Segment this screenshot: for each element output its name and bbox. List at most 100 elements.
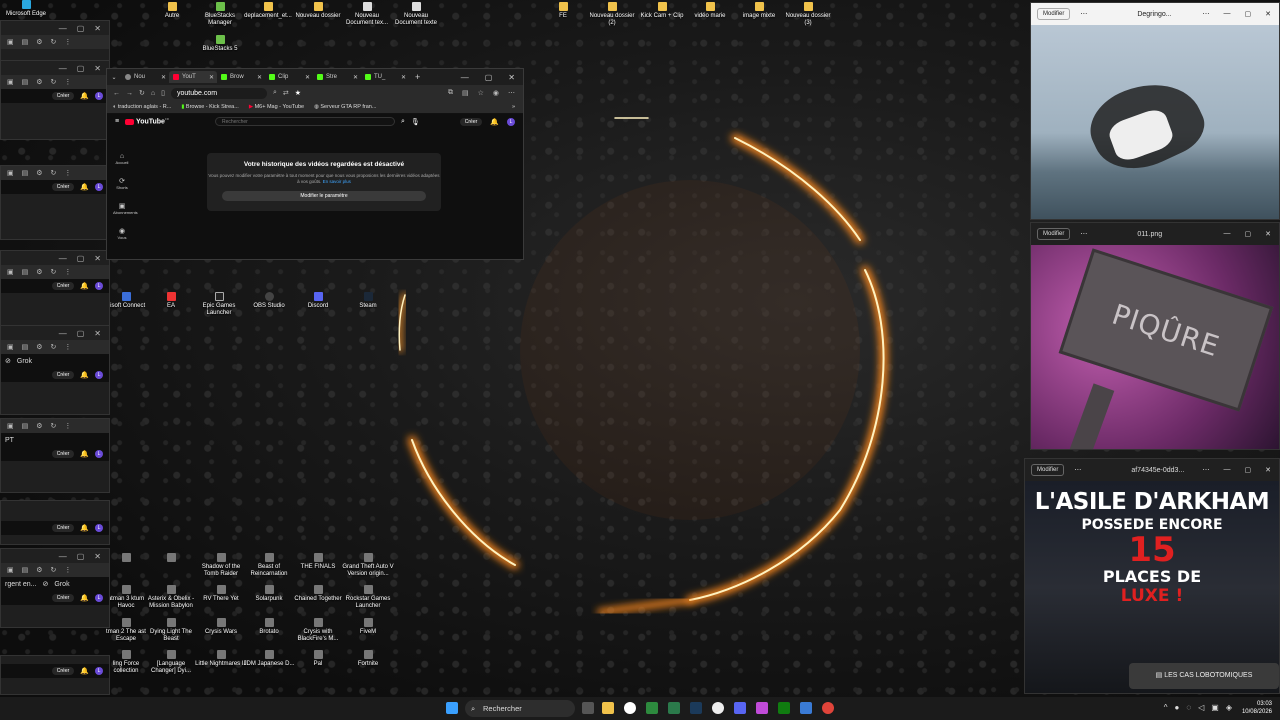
tab-grok[interactable]: rgent en... ⊘ Grok xyxy=(1,577,109,591)
more-bookmarks-icon[interactable]: » xyxy=(512,104,523,110)
desktop-game-icon[interactable]: FiveM xyxy=(342,618,394,636)
tab-youtube[interactable]: YouT ✕ xyxy=(169,71,217,83)
image-window-1[interactable]: Modifier ⋯ Degringo... ⋯ — ▢ ✕ xyxy=(1030,2,1280,220)
file-explorer-icon[interactable] xyxy=(602,702,614,714)
sidebar-item-shorts[interactable]: ⟳ Shorts xyxy=(113,177,131,190)
desktop-game-icon[interactable]: Brotato xyxy=(243,618,295,636)
mic-icon[interactable]: 🎙 xyxy=(411,118,420,126)
desktop-game-icon[interactable]: Little Nightmares III xyxy=(195,650,247,668)
create-button[interactable]: Créer xyxy=(51,524,75,532)
bell-icon[interactable]: 🔔 xyxy=(80,282,89,290)
bookmark-2[interactable]: ▮ Browse - Kick Strea... xyxy=(181,104,238,110)
tab-menu-icon[interactable]: ⌄ xyxy=(107,74,121,81)
window-controls[interactable]: ⋯ — ▢ ✕ xyxy=(1203,10,1280,18)
toolbar[interactable]: ▣ ▤ ⚙ ↻ ⋮ xyxy=(1,419,109,433)
desktop-icon-kick-cam[interactable]: Kick Cam + Clip xyxy=(636,2,688,20)
desktop-game-icon[interactable]: Fortnite xyxy=(342,650,394,668)
desktop-icon-fe[interactable]: FE xyxy=(537,2,589,20)
create-button[interactable]: Créer xyxy=(51,92,75,100)
window-controls[interactable]: — ▢ ✕ xyxy=(1,326,109,340)
modify-setting-button[interactable]: Modifier le paramètre xyxy=(222,191,426,201)
window-controls[interactable]: — ▢ ✕ xyxy=(1,21,109,35)
steam-icon[interactable] xyxy=(690,702,702,714)
tab-clip[interactable]: Clip ✕ xyxy=(265,71,313,83)
edge-icon[interactable] xyxy=(800,702,812,714)
modify-button[interactable]: Modifier xyxy=(1031,464,1065,476)
window-controls[interactable]: — ▢ ✕ xyxy=(1,251,109,265)
browser-icon[interactable] xyxy=(822,702,834,714)
desktop-icon-deplacement[interactable]: deplacement_et... xyxy=(242,2,294,20)
desktop-game-icon[interactable]: Pal xyxy=(292,650,344,668)
avatar[interactable]: L xyxy=(95,524,103,532)
new-tab-button[interactable]: + xyxy=(415,72,420,82)
left-window-6[interactable]: ▣ ▤ ⚙ ↻ ⋮ PT Créer 🔔 L xyxy=(0,418,110,493)
close-icon[interactable]: ✕ xyxy=(257,74,265,81)
xbox-icon[interactable] xyxy=(778,702,790,714)
desktop-game-icon[interactable]: Dying Light The Beast xyxy=(145,618,197,643)
tab-browse[interactable]: Brow ✕ xyxy=(217,71,265,83)
desktop-icon-edge[interactable]: Microsoft Edge xyxy=(0,0,52,18)
hamburger-icon[interactable]: ≡ xyxy=(115,118,119,125)
desktop-game-icon[interactable]: Rockstar Games Launcher xyxy=(342,585,394,610)
toolbar[interactable]: ▣ ▤ ⚙ ↻ ⋮ xyxy=(1,340,109,354)
bell-icon[interactable]: 🔔 xyxy=(80,450,89,458)
more-icon[interactable]: ⋯ xyxy=(1074,466,1081,474)
image-window-2[interactable]: Modifier ⋯ 011.png — ▢ ✕ PIQÛRE xyxy=(1030,222,1280,450)
desktop-game-icon[interactable]: Asterix & Obelix - Mission Babylon xyxy=(145,585,197,610)
extensions-icon[interactable]: ⧉ xyxy=(448,89,453,97)
window-controls[interactable]: — ▢ ✕ xyxy=(461,73,523,82)
network-icon[interactable]: ◌ xyxy=(1186,703,1191,712)
bell-icon[interactable]: 🔔 xyxy=(80,183,89,191)
toolbar[interactable]: ▣ ▤ ⚙ ↻ ⋮ xyxy=(1,563,109,577)
desktop-icon-obs[interactable]: OBS Studio xyxy=(243,292,295,310)
modify-button[interactable]: Modifier xyxy=(1037,8,1071,20)
nvidia-icon[interactable] xyxy=(646,702,658,714)
create-button[interactable]: Créer xyxy=(51,667,75,675)
desktop-game-icon[interactable]: Crysis Wars xyxy=(195,618,247,636)
desktop-game-icon[interactable]: Chained Together xyxy=(292,585,344,603)
taskbar-search[interactable]: ⌕ Rechercher xyxy=(465,700,575,717)
close-icon[interactable]: ✕ xyxy=(209,74,217,81)
tab-grok[interactable]: ⊘ Grok xyxy=(1,354,109,368)
more-icon[interactable]: ⋯ xyxy=(1080,230,1087,238)
desktop-icon-steam[interactable]: Steam xyxy=(342,292,394,310)
bookmark-1[interactable]: ◐ traduction aglais - R... xyxy=(113,104,171,110)
search-input[interactable]: Rechercher xyxy=(214,117,395,126)
avatar[interactable]: L xyxy=(507,117,515,126)
sidebar-item-vous[interactable]: ◉ Vous xyxy=(113,227,131,240)
toolbar[interactable]: ▣ ▤ ⚙ ↻ ⋮ xyxy=(1,166,109,180)
volume-icon[interactable]: ◁ xyxy=(1198,703,1204,712)
window-controls[interactable]: — ▢ ✕ xyxy=(1224,230,1280,238)
bell-icon[interactable]: 🔔 xyxy=(80,524,89,532)
obs-icon[interactable] xyxy=(712,702,724,714)
create-button[interactable]: Créer xyxy=(51,183,75,191)
start-icon[interactable] xyxy=(446,702,458,714)
avatar[interactable]: L xyxy=(95,371,103,379)
mic-icon[interactable]: ● xyxy=(1175,703,1180,712)
app-icon[interactable] xyxy=(756,702,768,714)
desktop-game-icon[interactable]: Shadow of the Tomb Raider xyxy=(195,553,247,578)
tab-tu[interactable]: TU_ ✕ xyxy=(361,71,409,83)
window-controls[interactable]: — ▢ ✕ xyxy=(1,61,109,75)
desktop-game-icon[interactable]: Solarpunk xyxy=(243,585,295,603)
create-button[interactable]: Créer xyxy=(51,594,75,602)
translate-icon[interactable]: ⇄ xyxy=(283,89,289,97)
task-view-icon[interactable] xyxy=(582,702,594,714)
desktop-game-icon[interactable]: JDM Japanese D... xyxy=(243,650,295,668)
desktop-icon-nouveau-dossier-3[interactable]: Nouveau dossier (3) xyxy=(782,2,834,27)
back-icon[interactable]: ← xyxy=(113,90,120,97)
bell-icon[interactable]: 🔔 xyxy=(490,118,499,126)
left-window-3[interactable]: ▣ ▤ ⚙ ↻ ⋮ Créer 🔔 L xyxy=(0,165,110,240)
avatar[interactable]: L xyxy=(95,183,103,191)
more-icon[interactable]: ⋯ xyxy=(1080,10,1087,18)
home-icon[interactable]: ⌂ xyxy=(151,90,155,97)
desktop-icon-image-mixte[interactable]: image mixte xyxy=(733,2,785,20)
bell-icon[interactable]: 🔔 xyxy=(80,594,89,602)
tab-pt[interactable]: PT xyxy=(1,433,109,447)
avatar[interactable]: L xyxy=(95,450,103,458)
search-icon[interactable]: ⌕ xyxy=(401,118,405,126)
desktop-icon-discord[interactable]: Discord xyxy=(292,292,344,310)
desktop-icon-epic[interactable]: Epic Games Launcher xyxy=(193,292,245,317)
star-icon[interactable]: ★ xyxy=(295,89,301,97)
sidebar-item-abonnements[interactable]: ▣ Abonnements xyxy=(113,202,138,215)
